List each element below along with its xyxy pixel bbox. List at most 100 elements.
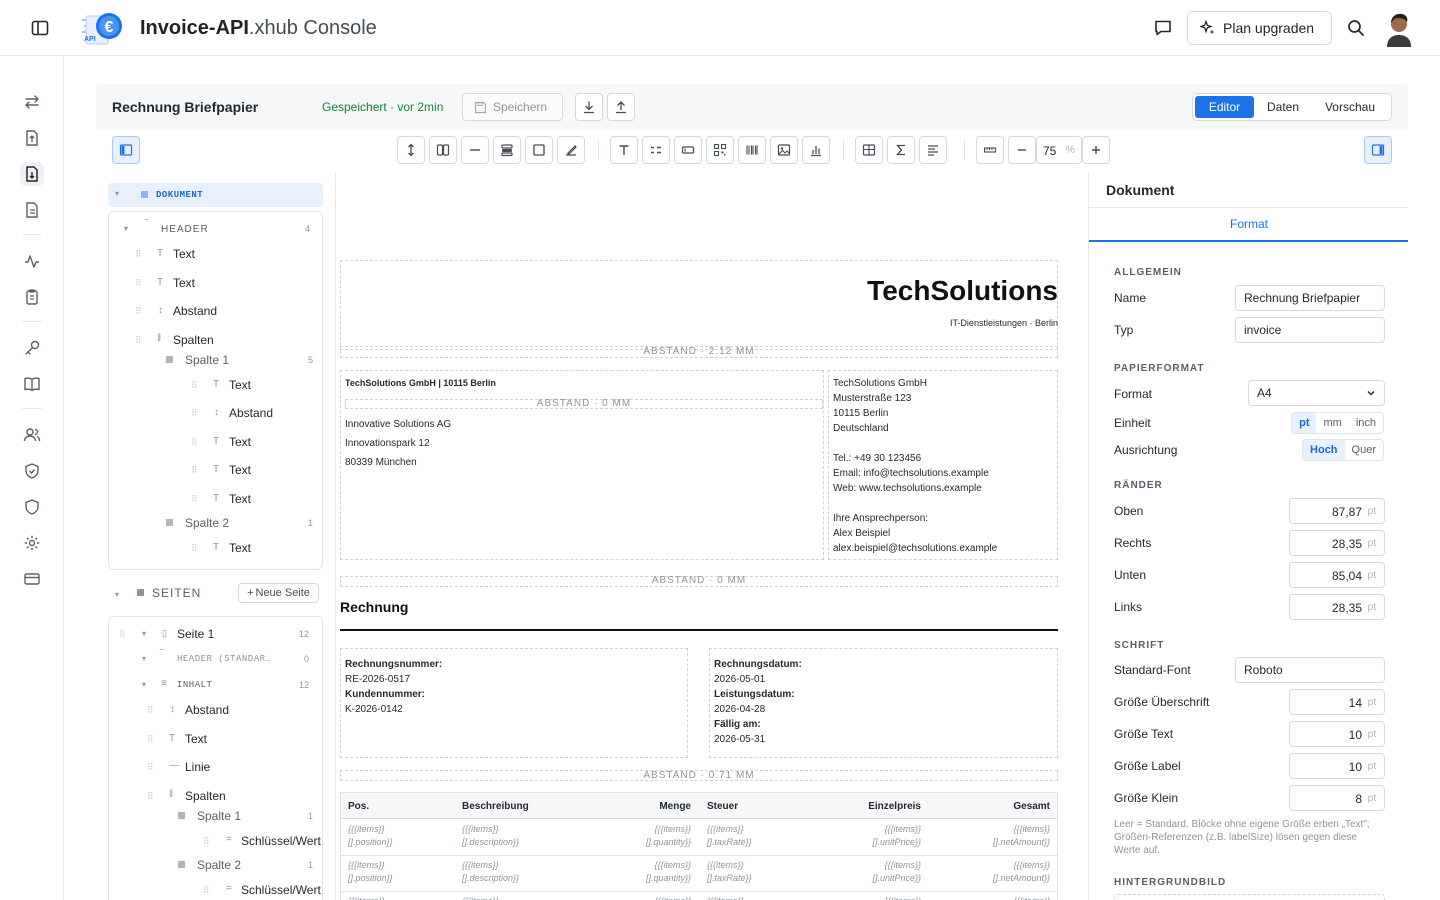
insert-qrcode-button[interactable]: [706, 136, 734, 164]
items-table[interactable]: Pos. Beschreibung Menge Steuer Einzelpre…: [340, 792, 1058, 900]
company-line[interactable]: Email: info@techsolutions.example: [833, 468, 989, 479]
tree-document-row[interactable]: ▾ DOKUMENT: [108, 183, 323, 207]
margin-left-input[interactable]: 28,35 pt: [1289, 594, 1385, 620]
name-input[interactable]: Rechnung Briefpapier: [1235, 285, 1385, 311]
background-image-dropzone[interactable]: [1114, 894, 1385, 900]
upload-button[interactable]: [607, 93, 635, 121]
toggle-props-panel-button[interactable]: [1364, 136, 1392, 164]
view-tab-editor[interactable]: Editor: [1195, 96, 1254, 118]
margin-right-input[interactable]: 28,35 pt: [1289, 530, 1385, 556]
sidebar-toggle-icon[interactable]: [28, 16, 52, 40]
unit-option-inch[interactable]: inch: [1349, 413, 1383, 433]
company-line[interactable]: 10115 Berlin: [833, 408, 888, 419]
meta-label[interactable]: Kundennummer:: [345, 689, 425, 700]
shield-check-icon[interactable]: [20, 459, 44, 483]
table-row[interactable]: {{{items}} [].position}} {{{items}} [].des…: [341, 820, 1057, 856]
tree-row[interactable]: ⠿ — Linie: [109, 756, 322, 778]
default-font-input[interactable]: Roboto: [1235, 657, 1385, 683]
credit-card-icon[interactable]: [20, 567, 44, 591]
download-button[interactable]: [575, 93, 603, 121]
text-size-input[interactable]: 10 pt: [1289, 721, 1385, 747]
company-line[interactable]: Tel.: +49 30 123456: [833, 453, 921, 464]
tree-row[interactable]: ▾ ‾ HEADER (STANDAR… 0: [109, 649, 322, 669]
margin-bottom-input[interactable]: 85,04 pt: [1289, 562, 1385, 588]
tree-row[interactable]: ⠿ ↕ Abstand: [109, 699, 322, 721]
insert-box-button[interactable]: [525, 136, 553, 164]
company-line[interactable]: Musterstraße 123: [833, 393, 911, 404]
tree-row[interactable]: Spalte 2 1: [109, 854, 322, 876]
activity-icon[interactable]: [20, 249, 44, 273]
tree-row[interactable]: ⠿ = Schlüssel/Wert: [109, 879, 322, 900]
ruler-toggle-button[interactable]: [976, 136, 1004, 164]
insert-line-button[interactable]: [461, 136, 489, 164]
plan-upgrade-button[interactable]: Plan upgraden: [1187, 11, 1332, 45]
meta-value[interactable]: 2026-04-28: [714, 704, 765, 715]
tree-row[interactable]: ▾ ≡ INHALT 12: [109, 675, 322, 695]
tree-row[interactable]: ⠿ = Schlüssel/Wert: [109, 830, 322, 852]
gear-icon[interactable]: [20, 531, 44, 555]
document-upload-icon[interactable]: [20, 126, 44, 150]
meta-label[interactable]: Rechnungsnummer:: [345, 659, 442, 670]
key-icon[interactable]: [20, 336, 44, 360]
orientation-option-landscape[interactable]: Quer: [1345, 440, 1383, 460]
view-tab-vorschau[interactable]: Vorschau: [1312, 96, 1388, 118]
tree-row[interactable]: ⠿ T Text: [109, 243, 322, 265]
insert-columns-button[interactable]: [429, 136, 457, 164]
insert-keyvalue-button[interactable]: [642, 136, 670, 164]
table-row[interactable]: {{{items}} [].position}} {{{items}} [].des…: [341, 856, 1057, 892]
recipient-line[interactable]: Innovative Solutions AG: [345, 419, 451, 430]
zoom-input[interactable]: 75 %: [1036, 136, 1082, 164]
document-list-icon[interactable]: [20, 198, 44, 222]
chat-icon[interactable]: [1151, 16, 1175, 40]
tree-row[interactable]: ⠿ T Text: [109, 728, 322, 750]
tree-page-row[interactable]: ⠿ ▾ ▯ Seite 1 12: [109, 623, 322, 645]
tree-row[interactable]: ⠿ ‖ Spalten: [109, 329, 322, 351]
users-icon[interactable]: [20, 423, 44, 447]
invoice-heading[interactable]: Rechnung: [340, 599, 408, 615]
insert-stack-button[interactable]: [493, 136, 521, 164]
meta-label[interactable]: Rechnungsdatum:: [714, 659, 802, 670]
new-page-button[interactable]: + Neue Seite: [238, 583, 319, 603]
collapse-caret-icon[interactable]: ▾: [115, 590, 119, 599]
collapse-caret-icon[interactable]: ▾: [124, 224, 128, 233]
recipient-line[interactable]: 80339 München: [345, 457, 417, 468]
company-line[interactable]: Deutschland: [833, 423, 889, 434]
small-size-input[interactable]: 8 pt: [1289, 785, 1385, 811]
insert-signature-button[interactable]: [557, 136, 585, 164]
insert-barcode-button[interactable]: [738, 136, 766, 164]
clipboard-icon[interactable]: [20, 285, 44, 309]
meta-value[interactable]: 2026-05-31: [714, 734, 765, 745]
meta-label[interactable]: Leistungsdatum:: [714, 689, 795, 700]
format-select[interactable]: A4: [1248, 380, 1385, 406]
meta-value[interactable]: K-2026-0142: [345, 704, 403, 715]
tree-row[interactable]: ⠿ T Text: [109, 488, 322, 510]
search-icon[interactable]: [1344, 16, 1368, 40]
shield-icon[interactable]: [20, 495, 44, 519]
company-line[interactable]: alex.beispiel@techsolutions.example: [833, 543, 997, 554]
insert-image-button[interactable]: [770, 136, 798, 164]
company-tagline[interactable]: IT-Dienstleistungen · Berlin: [950, 318, 1058, 328]
table-row[interactable]: {{{items}} {{{items}} {{{items}} {{{item…: [341, 892, 1057, 900]
insert-field-button[interactable]: [674, 136, 702, 164]
tree-row[interactable]: ⠿ T Text: [109, 459, 322, 481]
company-line[interactable]: Alex Beispiel: [833, 528, 890, 539]
zoom-in-button[interactable]: [1082, 136, 1110, 164]
heading-size-input[interactable]: 14 pt: [1289, 689, 1385, 715]
tree-row[interactable]: ⠿ T Text: [109, 272, 322, 294]
tree-row[interactable]: ⠿ ↕ Abstand: [109, 300, 322, 322]
type-input[interactable]: invoice: [1235, 317, 1385, 343]
meta-value[interactable]: RE-2026-0517: [345, 674, 410, 685]
toggle-tree-panel-button[interactable]: [112, 136, 140, 164]
unit-option-mm[interactable]: mm: [1316, 413, 1348, 433]
tree-row[interactable]: ⠿ T Text: [109, 374, 322, 396]
tree-row[interactable]: Spalte 1 5: [109, 349, 322, 371]
company-line[interactable]: Web: www.techsolutions.example: [833, 483, 982, 494]
recipient-line[interactable]: Innovationspark 12: [345, 438, 430, 449]
company-name[interactable]: TechSolutions: [867, 275, 1058, 307]
document-editor-icon[interactable]: [20, 162, 44, 186]
book-icon[interactable]: [20, 372, 44, 396]
save-button[interactable]: Speichern: [462, 93, 563, 121]
meta-value[interactable]: 2026-05-01: [714, 674, 765, 685]
insert-table-button[interactable]: [855, 136, 883, 164]
unit-option-pt[interactable]: pt: [1292, 413, 1317, 433]
